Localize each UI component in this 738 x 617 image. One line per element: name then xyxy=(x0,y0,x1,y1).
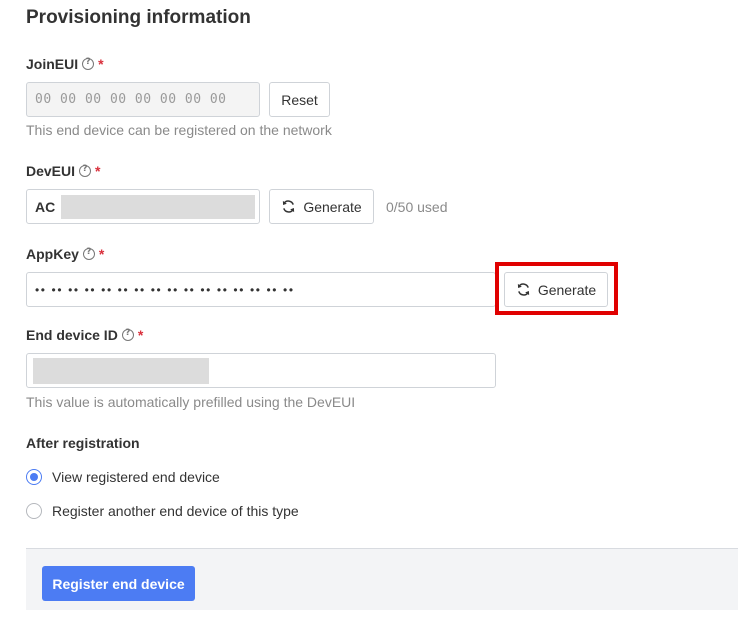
end-device-id-hint: This value is automatically prefilled us… xyxy=(26,394,356,410)
required-mark: * xyxy=(137,327,144,343)
section-title: Provisioning information xyxy=(26,7,251,28)
app-key-label: AppKey xyxy=(26,246,79,262)
radio-option-view[interactable]: View registered end device xyxy=(26,469,220,485)
join-eui-hint: This end device can be registered on the… xyxy=(26,122,332,138)
radio-option-register-another[interactable]: Register another end device of this type xyxy=(26,503,299,519)
app-key-label-row: AppKey * xyxy=(26,246,104,262)
help-icon[interactable] xyxy=(82,57,95,70)
dev-eui-prefix: AC xyxy=(35,198,56,215)
help-icon[interactable] xyxy=(82,247,95,260)
dev-eui-generate-label: Generate xyxy=(303,198,362,215)
refresh-icon xyxy=(283,200,295,213)
required-mark: * xyxy=(98,56,104,72)
dev-eui-label-row: DevEUI * xyxy=(26,163,100,179)
help-icon[interactable] xyxy=(79,164,92,177)
dev-eui-generate-button[interactable]: Generate xyxy=(269,189,374,224)
end-device-id-label: End device ID xyxy=(26,327,118,343)
dev-eui-usage: 0/50 used xyxy=(386,199,448,215)
app-key-input[interactable]: •• •• •• •• •• •• •• •• •• •• •• •• •• •… xyxy=(26,272,496,307)
radio-option-label: View registered end device xyxy=(52,469,220,485)
join-eui-label-row: JoinEUI * xyxy=(26,56,104,72)
required-mark: * xyxy=(98,246,105,262)
radio-button[interactable] xyxy=(26,503,42,519)
required-mark: * xyxy=(95,163,101,179)
radio-option-label: Register another end device of this type xyxy=(52,503,299,519)
join-eui-input[interactable]: 00 00 00 00 00 00 00 00 xyxy=(26,82,260,117)
register-end-device-button[interactable]: Register end device xyxy=(42,566,195,601)
redacted-value xyxy=(33,358,209,384)
join-eui-value: 00 00 00 00 00 00 00 00 xyxy=(35,92,227,107)
dev-eui-label: DevEUI xyxy=(26,163,76,179)
dev-eui-input[interactable]: AC xyxy=(26,189,260,224)
after-registration-label: After registration xyxy=(26,435,140,451)
reset-button[interactable]: Reset xyxy=(269,82,330,117)
join-eui-label: JoinEUI xyxy=(26,56,79,72)
end-device-id-input[interactable] xyxy=(26,353,496,388)
redacted-value xyxy=(61,195,255,219)
radio-button-checked[interactable] xyxy=(26,469,42,485)
app-key-masked-value: •• •• •• •• •• •• •• •• •• •• •• •• •• •… xyxy=(35,282,295,297)
help-icon[interactable] xyxy=(121,328,134,341)
highlight-box xyxy=(495,262,618,315)
end-device-id-label-row: End device ID * xyxy=(26,327,143,343)
